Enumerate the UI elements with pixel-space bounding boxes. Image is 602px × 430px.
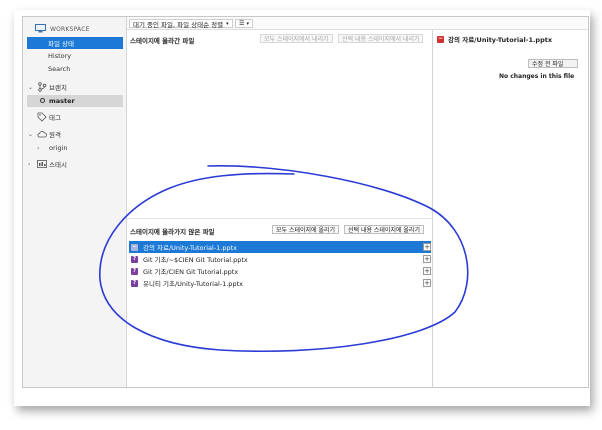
current-branch-icon (40, 98, 45, 103)
unstaged-files-pane: 스테이지에 올라가지 않은 파일 모두 스테이지에 올리기 선택 내용 스테이지… (127, 218, 433, 387)
sort-dropdown-value: 대기 중인 파일, 파일 상태순 정렬 (133, 20, 224, 29)
sidebar-item-label: History (48, 52, 72, 60)
unstaged-header: 스테이지에 올라가지 않은 파일 모두 스테이지에 올리기 선택 내용 스테이지… (127, 225, 432, 236)
stage-file-icon[interactable]: + (423, 243, 431, 251)
diff-file-title: 강의 자료/Unity-Tutorial-1.pptx (448, 36, 553, 44)
file-name: Git 기초/CIEN Git Tutorial.pptx (143, 268, 239, 276)
sort-dropdown[interactable]: 대기 중인 파일, 파일 상태순 정렬 ▾ (129, 19, 233, 29)
workspace-label: WORKSPACE (50, 25, 90, 33)
file-row[interactable]: ? 유니티 기초/Unity-Tutorial-1.pptx + (129, 277, 431, 289)
stage-file-icon[interactable]: + (423, 255, 431, 263)
tag-icon (37, 112, 47, 122)
cloud-icon (37, 131, 47, 138)
no-changes-message: No changes in this file (499, 73, 575, 80)
sidebar-group-tags[interactable]: 태그 (23, 111, 127, 123)
chevron-right-icon[interactable]: › (37, 145, 39, 152)
remote-name: origin (49, 144, 68, 152)
unstage-all-button[interactable]: 모두 스테이지에서 내리기 (260, 34, 333, 43)
chevron-down-icon: ▾ (226, 20, 229, 27)
view-mode-button[interactable]: ☰ ▾ (235, 19, 253, 28)
staged-header: 스테이지에 올라간 파일 모두 스테이지에서 내리기 선택 내용 스테이지에서 … (127, 34, 432, 45)
file-row[interactable]: ? Git 기초/~$CIEN Git Tutorial.pptx + (129, 253, 431, 265)
chevron-down-icon: ▾ (246, 20, 249, 27)
diff-pane: − 강의 자료/Unity-Tutorial-1.pptx 수정 전 파일 No… (434, 30, 588, 387)
stage-file-icon[interactable]: + (423, 267, 431, 275)
stash-icon (37, 160, 47, 168)
remotes-label: 원격 (49, 131, 61, 139)
unstage-selected-button[interactable]: 선택 내용 스테이지에서 내리기 (338, 34, 424, 43)
tags-label: 태그 (49, 114, 61, 122)
sidebar-item-master[interactable]: master (27, 95, 123, 107)
untracked-status-icon: ? (131, 279, 138, 287)
chevron-down-icon[interactable]: ⌄ (28, 84, 33, 91)
sidebar-group-branches[interactable]: ⌄ 브랜치 (23, 81, 127, 93)
stashes-label: 스태시 (49, 161, 67, 169)
sidebar-item-label: 파일 상태 (48, 40, 74, 48)
stage-selected-button[interactable]: 선택 내용 스테이지에 올리기 (344, 225, 424, 234)
sidebar-item-history[interactable]: History (27, 50, 123, 62)
chevron-down-icon[interactable]: ⌄ (28, 131, 33, 138)
chevron-right-icon[interactable]: › (28, 161, 30, 168)
file-name: 강의 자료/Unity-Tutorial-1.pptx (143, 244, 237, 252)
sidebar-item-origin[interactable]: › origin (23, 142, 127, 154)
branch-icon (38, 82, 47, 92)
workspace-header: WORKSPACE (23, 23, 127, 35)
staged-files-pane: 스테이지에 올라간 파일 모두 스테이지에서 내리기 선택 내용 스테이지에서 … (127, 30, 433, 218)
sidebar-item-search[interactable]: Search (27, 63, 123, 75)
list-icon: ☰ (239, 20, 245, 27)
branches-label: 브랜치 (49, 84, 67, 92)
unstaged-file-list: − 강의 자료/Unity-Tutorial-1.pptx + ? Git 기초… (129, 241, 431, 289)
removed-file-icon: − (437, 34, 444, 43)
sidebar-item-file-status[interactable]: 파일 상태 (27, 37, 123, 49)
file-row[interactable]: ? Git 기초/CIEN Git Tutorial.pptx + (129, 265, 431, 277)
sidebar-group-remotes[interactable]: ⌄ 원격 (23, 128, 127, 140)
untracked-status-icon: ? (131, 255, 138, 263)
revert-file-button[interactable]: 수정 전 파일 (528, 59, 578, 68)
file-toolbar: 대기 중인 파일, 파일 상태순 정렬 ▾ ☰ ▾ (127, 17, 588, 30)
diff-header: − 강의 자료/Unity-Tutorial-1.pptx (434, 34, 588, 44)
untracked-status-icon: ? (131, 267, 138, 275)
file-name: 유니티 기초/Unity-Tutorial-1.pptx (143, 280, 243, 288)
stage-file-icon[interactable]: + (423, 279, 431, 287)
staged-title: 스테이지에 올라간 파일 (130, 37, 195, 45)
sidebar: WORKSPACE 파일 상태 History Search ⌄ 브랜치 mas… (23, 17, 127, 387)
app-window: WORKSPACE 파일 상태 History Search ⌄ 브랜치 mas… (22, 16, 589, 388)
branch-name: master (49, 97, 75, 105)
monitor-icon (35, 24, 46, 33)
unstaged-title: 스테이지에 올라가지 않은 파일 (130, 228, 215, 236)
stage-all-button[interactable]: 모두 스테이지에 올리기 (272, 225, 340, 234)
sidebar-group-stashes[interactable]: › 스태시 (23, 158, 127, 170)
sidebar-item-label: Search (48, 65, 71, 73)
removed-status-icon: − (131, 243, 138, 251)
file-row[interactable]: − 강의 자료/Unity-Tutorial-1.pptx + (129, 241, 431, 253)
file-name: Git 기초/~$CIEN Git Tutorial.pptx (143, 256, 248, 264)
